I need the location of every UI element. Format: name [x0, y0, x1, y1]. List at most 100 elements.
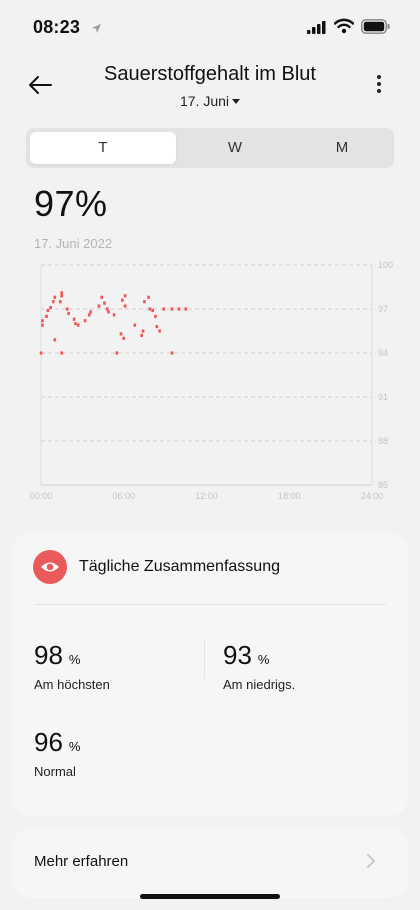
- learn-more-row[interactable]: Mehr erfahren: [12, 828, 408, 898]
- home-indicator: [140, 894, 280, 899]
- chart-point: [158, 329, 161, 333]
- stat-lowest: 93% Am niedrigs.: [223, 640, 295, 692]
- date-selector[interactable]: 17. Juni: [0, 93, 420, 109]
- chart-point: [147, 295, 150, 299]
- x-tick-label: 12:00: [195, 491, 218, 501]
- divider: [204, 639, 205, 679]
- chart-point: [60, 294, 63, 298]
- chart-point: [100, 295, 103, 299]
- x-tick-label: 06:00: [112, 491, 135, 501]
- stat-lowest-unit: %: [257, 652, 270, 667]
- wifi-icon: [333, 18, 355, 39]
- status-time: 08:23: [33, 17, 81, 37]
- chart-point: [83, 319, 87, 323]
- chart-point: [122, 336, 126, 340]
- chart-point: [53, 295, 57, 299]
- tab-day[interactable]: T: [30, 132, 176, 164]
- stat-highest-unit: %: [68, 652, 81, 667]
- app-header: Sauerstoffgehalt im Blut 17. Juni: [0, 54, 420, 120]
- y-tick-label: 97: [378, 304, 388, 314]
- y-tick-label: 100: [378, 260, 393, 270]
- chart-point: [105, 307, 109, 311]
- x-tick-label: 00:00: [30, 491, 53, 501]
- chart-point: [140, 333, 143, 337]
- location-arrow-icon: [91, 21, 102, 39]
- chart-point: [154, 314, 157, 318]
- chart-point: [143, 300, 146, 304]
- status-bar: 08:23: [0, 0, 420, 54]
- chart-point: [123, 294, 127, 298]
- oxygen-scatter-chart: 100 97 94 91 88 85 00:00 06:00 12:00 18:00 24:00: [30, 260, 393, 501]
- x-tick-label: 24:00: [361, 491, 384, 501]
- chart-point: [115, 351, 119, 355]
- stat-highest: 98% Am höchsten: [34, 640, 110, 692]
- tab-month[interactable]: M: [294, 132, 390, 164]
- more-dot: [377, 89, 381, 93]
- chart-point: [46, 308, 50, 313]
- period-segmented-control: T W M: [26, 128, 394, 168]
- stat-lowest-label: Am niedrigs.: [223, 677, 296, 692]
- chart-point: [184, 307, 188, 311]
- caret-down-icon: [232, 98, 241, 104]
- stat-highest-value: 98: [34, 640, 63, 670]
- stat-lowest-value: 93: [223, 640, 252, 670]
- daily-summary-card: Tägliche Zusammenfassung 98% Am höchsten…: [12, 533, 408, 816]
- chart-point: [89, 310, 92, 314]
- chart-point: [141, 329, 145, 333]
- page-title: Sauerstoffgehalt im Blut: [104, 63, 316, 85]
- chart-point: [65, 307, 69, 311]
- stat-normal-value: 96: [34, 727, 63, 757]
- chart-point: [170, 351, 174, 355]
- y-tick-label: 94: [378, 348, 388, 358]
- date-selector-label: 17. Juni: [179, 93, 230, 109]
- chart-point: [123, 304, 127, 308]
- stat-normal: 96% Normal: [34, 727, 80, 779]
- chart-point: [39, 351, 43, 355]
- chart-point: [148, 307, 152, 311]
- chart-point: [41, 319, 44, 323]
- chart-point: [60, 291, 63, 295]
- chart-point: [162, 307, 166, 311]
- eye-icon: [33, 550, 67, 584]
- chart-point: [72, 317, 76, 321]
- y-tick-label: 85: [378, 480, 388, 490]
- chart-point: [170, 307, 174, 311]
- chart-point: [112, 313, 116, 317]
- chart-point: [60, 351, 63, 355]
- more-dot: [377, 75, 381, 79]
- chart-point: [76, 323, 80, 327]
- current-date-label: 17. Juni 2022: [34, 236, 113, 251]
- chart-point: [87, 313, 91, 317]
- tab-week[interactable]: W: [176, 132, 294, 164]
- chart-point: [177, 307, 181, 311]
- chart-point: [151, 308, 155, 313]
- battery-icon: [361, 19, 391, 39]
- chart-point: [53, 338, 57, 342]
- more-options-button[interactable]: [370, 72, 388, 98]
- current-oxygen-value: 97%: [34, 183, 108, 224]
- divider: [34, 604, 386, 605]
- summary-title: Tägliche Zusammenfassung: [79, 558, 280, 575]
- chart-point: [97, 304, 101, 308]
- chart-point: [49, 305, 52, 310]
- cellular-signal-icon: [307, 21, 327, 39]
- stat-normal-label: Normal: [34, 764, 76, 779]
- chart-point: [121, 298, 124, 302]
- chart-point: [107, 310, 110, 314]
- chart-point: [41, 323, 44, 327]
- chart-point: [67, 311, 70, 315]
- y-tick-label: 91: [378, 392, 388, 402]
- chart-point: [74, 322, 77, 326]
- chart-point: [59, 300, 62, 304]
- chart-point: [119, 332, 123, 336]
- chart-point: [133, 323, 137, 327]
- more-dot: [377, 82, 381, 86]
- stat-highest-label: Am höchsten: [34, 677, 110, 692]
- chevron-right-icon: [366, 853, 376, 874]
- chart-point: [52, 300, 55, 304]
- chart-point: [155, 325, 159, 329]
- learn-more-label: Mehr erfahren: [34, 853, 129, 870]
- x-tick-label: 18:00: [278, 491, 301, 501]
- chart-point: [45, 314, 48, 318]
- chart-point: [103, 301, 106, 305]
